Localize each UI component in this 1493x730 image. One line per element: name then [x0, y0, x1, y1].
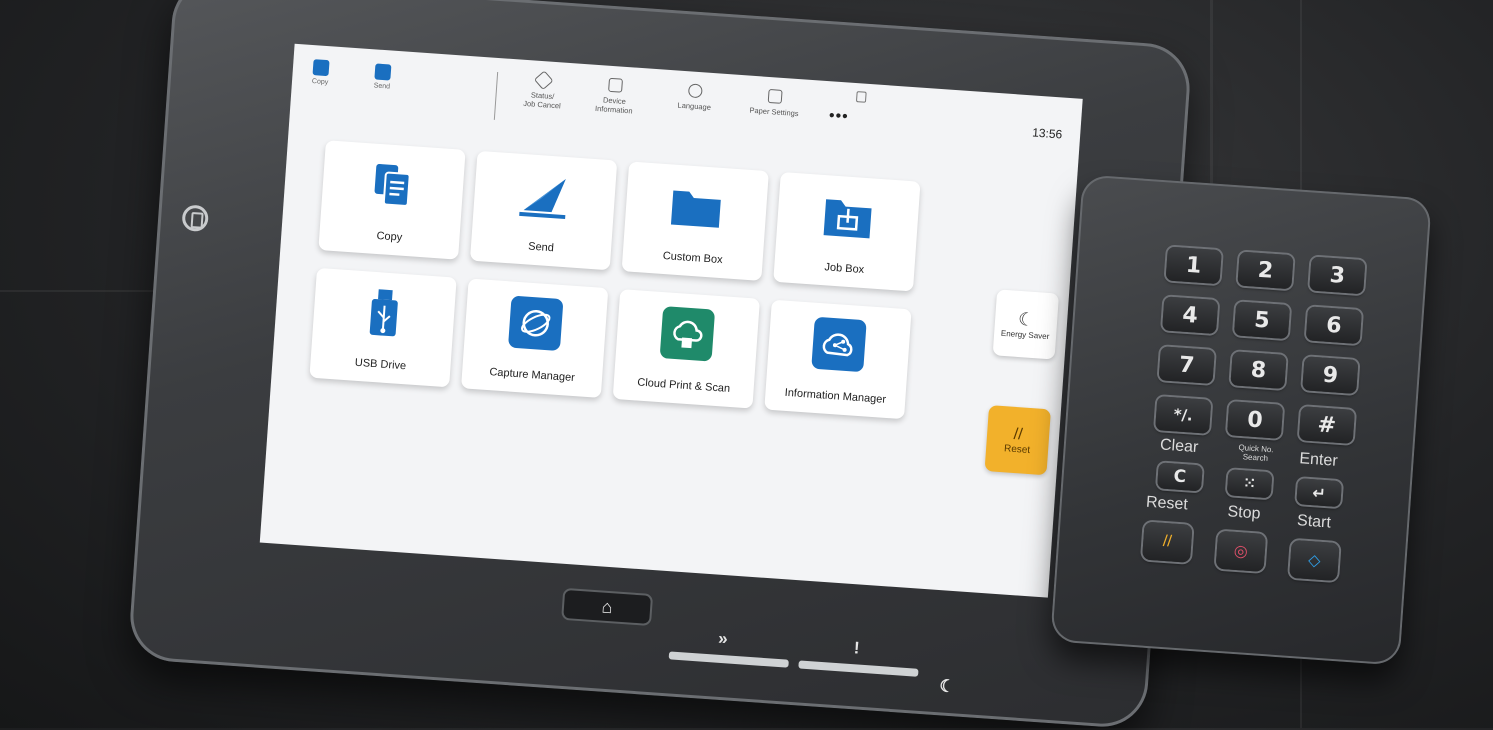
stop-label: Stop: [1226, 503, 1261, 523]
key-4[interactable]: 4: [1162, 296, 1219, 335]
quick-no-search-label: Quick No. Search: [1238, 442, 1274, 463]
app-label: Copy: [376, 229, 403, 244]
app-tile-capture-manager[interactable]: Capture Manager: [461, 278, 609, 398]
enter-label: Enter: [1298, 450, 1339, 470]
tool-language[interactable]: Language: [657, 81, 733, 113]
folder-icon: [669, 178, 725, 234]
app-tile-information-manager[interactable]: Information Manager: [764, 299, 912, 420]
start-key[interactable]: ◇: [1289, 539, 1340, 582]
energy-saver-led-icon: ☾: [938, 676, 956, 697]
tool-label: Device Information: [594, 95, 633, 116]
app-label: Job Box: [824, 261, 865, 277]
key-hash[interactable]: #: [1298, 406, 1355, 444]
mini-app-label: Send: [373, 82, 391, 91]
paper-settings-icon: [767, 88, 783, 104]
lock-icon: [855, 91, 867, 103]
touch-screen: Copy Send Status/ Job Cancel Device Info…: [259, 43, 1083, 598]
capture-manager-icon: [507, 295, 564, 352]
reset-key-label: Reset: [1145, 493, 1189, 514]
stop-icon: ◎: [1233, 542, 1249, 561]
hardware-keypad: 1 2 3 4 5 6 7 8 9 */. 0 # Clear Quick No…: [1050, 174, 1432, 666]
keypad-grid-icon: ⁙: [1243, 475, 1256, 493]
home-key[interactable]: ⌂: [563, 589, 651, 624]
usb-icon: [356, 285, 412, 341]
more-button[interactable]: •••: [828, 107, 849, 126]
reset-label: Reset: [1003, 442, 1031, 456]
clock: 13:56: [1031, 125, 1063, 142]
app-tile-custom-box[interactable]: Custom Box: [621, 161, 769, 281]
app-tile-copy[interactable]: Copy: [318, 140, 466, 260]
app-label: Capture Manager: [488, 366, 576, 385]
reset-button[interactable]: // Reset: [984, 405, 1051, 476]
key-7[interactable]: 7: [1158, 346, 1215, 384]
job-box-icon: [820, 189, 876, 245]
language-icon: [687, 83, 703, 99]
home-icon: ⌂: [601, 596, 614, 617]
status-icon: [533, 70, 554, 91]
app-tile-job-box[interactable]: Job Box: [773, 171, 921, 292]
energy-saver-label: Energy Saver: [1000, 328, 1050, 342]
key-0[interactable]: 0: [1226, 401, 1284, 439]
key-asterisk-period[interactable]: */.: [1155, 396, 1212, 434]
mini-app-send[interactable]: Send: [362, 63, 404, 92]
tool-label: Paper Settings: [749, 105, 799, 119]
energy-saver-button[interactable]: ☾ Energy Saver: [992, 289, 1060, 360]
send-icon: [517, 168, 573, 224]
cloud-icon: [659, 306, 716, 362]
start-icon: ◇: [1307, 552, 1322, 570]
tool-status-job-cancel[interactable]: Status/ Job Cancel: [505, 70, 581, 112]
app-tile-cloud-print-scan[interactable]: Cloud Print & Scan: [612, 289, 760, 409]
app-tile-send[interactable]: Send: [469, 150, 618, 271]
reset-icon: //: [1162, 532, 1173, 551]
stop-key[interactable]: ◎: [1215, 530, 1267, 572]
key-8[interactable]: 8: [1230, 351, 1287, 389]
reset-key[interactable]: //: [1142, 521, 1193, 563]
tool-device-information[interactable]: Device Information: [577, 76, 653, 117]
control-panel: Copy Send Status/ Job Cancel Device Info…: [127, 0, 1193, 730]
key-3[interactable]: 3: [1309, 256, 1366, 295]
information-manager-icon: [811, 316, 867, 373]
tool-paper-settings[interactable]: Paper Settings: [737, 87, 813, 119]
app-label: Custom Box: [662, 249, 723, 267]
app-label: Cloud Print & Scan: [636, 376, 731, 395]
key-1[interactable]: 1: [1165, 246, 1222, 285]
enter-key[interactable]: ↵: [1296, 478, 1342, 508]
app-label: Information Manager: [784, 386, 887, 406]
start-label: Start: [1296, 512, 1332, 532]
tool-label: Language: [677, 100, 712, 112]
copy-icon: [365, 157, 421, 213]
quick-no-search-key[interactable]: ⁙: [1226, 469, 1273, 499]
device-info-icon: [608, 77, 624, 93]
mini-app-label: Copy: [311, 78, 329, 87]
clear-key[interactable]: C: [1157, 462, 1203, 492]
key-6[interactable]: 6: [1305, 306, 1362, 345]
app-label: Send: [527, 240, 555, 255]
reset-icon: //: [1013, 425, 1024, 443]
app-tile-usb-drive[interactable]: USB Drive: [309, 267, 457, 388]
app-label: USB Drive: [354, 356, 407, 373]
send-icon: [374, 63, 392, 81]
key-9[interactable]: 9: [1302, 356, 1359, 394]
tool-label: Status/ Job Cancel: [522, 90, 562, 111]
enter-icon: ↵: [1311, 482, 1327, 503]
moon-icon: ☾: [1017, 308, 1035, 331]
top-bar-divider: [493, 71, 499, 120]
processing-icon: »: [717, 628, 729, 649]
key-2[interactable]: 2: [1237, 251, 1294, 290]
key-5[interactable]: 5: [1233, 301, 1291, 340]
mini-app-copy[interactable]: Copy: [300, 58, 342, 87]
copy-icon: [312, 59, 330, 77]
clear-label: Clear: [1159, 436, 1199, 457]
